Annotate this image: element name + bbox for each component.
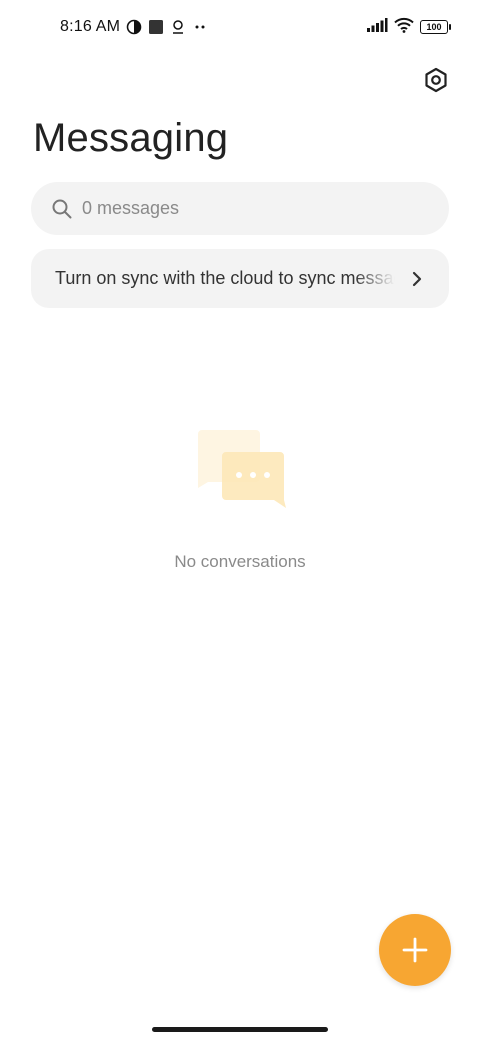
home-indicator[interactable] (152, 1027, 328, 1032)
data-saver-icon (126, 19, 142, 35)
new-conversation-button[interactable] (379, 914, 451, 986)
plus-icon (402, 937, 428, 963)
status-right: 100 (366, 17, 451, 38)
sync-banner[interactable]: Turn on sync with the cloud to sync mess… (31, 249, 449, 308)
empty-state-text: No conversations (174, 552, 306, 571)
status-bar: 8:16 AM 100 (0, 0, 480, 54)
square-app-icon (148, 19, 164, 35)
sync-banner-text: Turn on sync with the cloud to sync mess… (55, 268, 395, 288)
more-dots-icon (192, 19, 208, 35)
chevron-right-icon (412, 271, 422, 287)
status-time: 8:16 AM (60, 18, 121, 35)
search-icon (52, 199, 72, 219)
page-title: Messaging (33, 116, 229, 160)
sync-person-icon (170, 19, 186, 35)
search-placeholder: 0 messages (82, 198, 180, 218)
settings-hexagon-icon (425, 67, 447, 93)
search-input[interactable]: 0 messages (31, 182, 449, 235)
settings-button[interactable] (420, 64, 452, 96)
battery-icon: 100 (420, 20, 451, 34)
wifi-icon (394, 17, 414, 38)
chat-bubbles-icon (198, 430, 286, 508)
signal-icon (366, 17, 388, 38)
status-left: 8:16 AM (60, 16, 208, 38)
